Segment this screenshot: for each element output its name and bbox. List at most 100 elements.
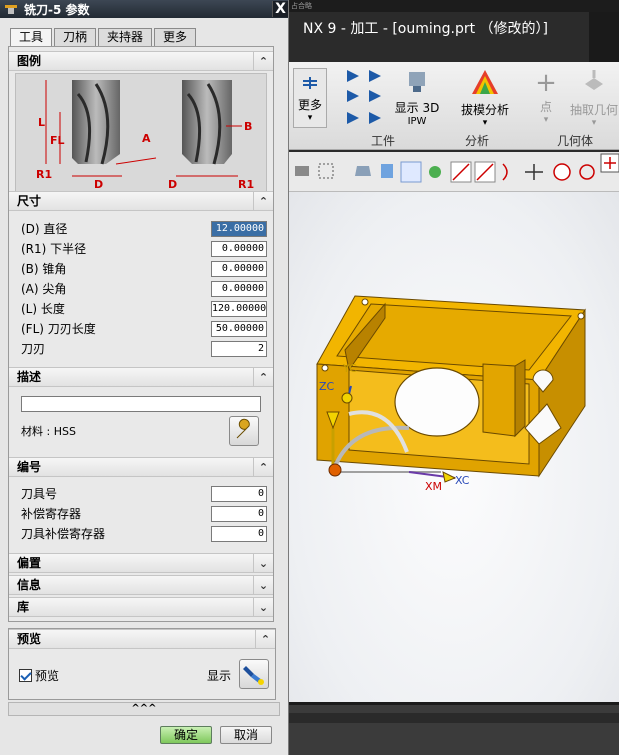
preview-checkbox[interactable]: 预览 (19, 667, 59, 684)
collapse-up-icon[interactable]: ⌃ (253, 52, 273, 71)
label-R1-left: R1 (36, 168, 52, 181)
point-button[interactable]: + 点 ▾ (531, 68, 561, 130)
description-input[interactable] (21, 396, 261, 412)
center-snap-icon[interactable] (553, 163, 571, 181)
label-L: L (38, 116, 45, 129)
expand-down-icon[interactable]: ⌄ (253, 598, 273, 617)
dropdown-icon: ▾ (307, 113, 313, 123)
diameter-input[interactable]: 12.00000 (211, 221, 267, 237)
dim-row-flute-length: (FL) 刀刃长度 50.00000 (21, 320, 269, 338)
preview-section-header[interactable]: 预览 ⌃ (9, 629, 275, 649)
filter-icon[interactable] (295, 166, 309, 176)
description-section-header[interactable]: 描述 ⌃ (9, 367, 273, 387)
y-handle-icon[interactable] (341, 392, 353, 404)
tool-body-left (72, 80, 120, 164)
dropdown-icon: ▾ (543, 115, 549, 125)
corner-hole (577, 312, 585, 320)
intersection-snap-icon[interactable] (525, 164, 543, 180)
label-D-right: D (168, 178, 177, 191)
checkbox-checked-icon[interactable] (19, 669, 32, 682)
length-input[interactable]: 120.00000 (211, 301, 267, 317)
collapse-up-icon[interactable]: ⌃ (253, 458, 273, 477)
more-icon (303, 77, 317, 89)
lower-radius-input[interactable]: 0.00000 (211, 241, 267, 257)
dim-label: (B) 锥角 (21, 262, 67, 276)
preview-header-label: 预览 (17, 632, 42, 646)
nx-main-window: 占合略 NX 9 - 加工 - [ouming.prt （修改的）] 更多 ▾ … (289, 0, 619, 755)
taper-angle-input[interactable]: 0.00000 (211, 261, 267, 277)
cutcom-register-input[interactable]: 0 (211, 526, 267, 542)
dialog-titlebar[interactable]: 铣刀-5 参数 X (0, 0, 288, 18)
dim-label: (R1) 下半径 (21, 242, 87, 256)
label-A: A (142, 132, 151, 145)
display-3d-ipw-button[interactable]: 显示 3D IPW (393, 68, 441, 130)
dim-row-length: (L) 长度 120.00000 (21, 300, 269, 318)
label-B: B (244, 120, 252, 133)
tab-more[interactable]: 更多 (154, 28, 197, 46)
group-analysis: 分析 (465, 134, 490, 148)
app-top-strip: 占合略 (289, 0, 619, 12)
ribbon: 更多 ▾ 显示 3D IPW 拔模分析 ▾ + 点 ▾ 抽取几何 ▾ 工件 分析… (289, 62, 619, 150)
snap-icon[interactable] (355, 166, 371, 176)
collapse-up-icon[interactable]: ⌃ (253, 368, 273, 387)
draft-analysis-button[interactable]: 拔模分析 ▾ (455, 68, 515, 130)
close-button[interactable]: X (272, 1, 288, 17)
more-button[interactable]: 更多 ▾ (293, 68, 327, 128)
corner-hole (361, 298, 369, 306)
group-geometry: 几何体 (557, 134, 594, 148)
ok-button[interactable]: 确定 (160, 726, 212, 744)
ipw-icon (409, 72, 425, 92)
collapse-up-icon[interactable]: ⌃ (255, 630, 275, 649)
dim-row-lower-radius: (R1) 下半径 0.00000 (21, 240, 269, 258)
expand-down-icon[interactable]: ⌄ (253, 576, 273, 595)
numbering-section-header[interactable]: 编号 ⌃ (9, 457, 273, 477)
library-section-header[interactable]: 库 ⌄ (9, 597, 273, 617)
boss-side (514, 359, 526, 438)
curve-snap-icon[interactable] (502, 163, 508, 181)
collapse-up-icon[interactable]: ⌃ (253, 192, 273, 211)
tool-number-input[interactable]: 0 (211, 486, 267, 502)
origin-icon[interactable] (328, 463, 342, 477)
arc-snap-icon[interactable] (579, 164, 595, 180)
show-button[interactable] (239, 659, 269, 689)
plus-icon: + (535, 68, 557, 98)
wrench-icon (236, 418, 250, 439)
select-box-icon[interactable] (318, 163, 334, 179)
flutes-input[interactable]: 2 (211, 341, 267, 357)
status-strip (289, 702, 619, 755)
offset-header-label: 偏置 (17, 556, 42, 570)
dropdown-icon: ▾ (591, 118, 597, 128)
tab-holder-shank[interactable]: 刀柄 (54, 28, 97, 46)
offset-section-header[interactable]: 偏置 ⌄ (9, 553, 273, 573)
x-arrow-icon[interactable] (442, 471, 457, 483)
tab-tool[interactable]: 工具 (10, 28, 53, 46)
graphics-viewport[interactable]: ZC YC XM XC (289, 192, 619, 702)
dimensions-section-header[interactable]: 尺寸 ⌃ (9, 191, 273, 211)
preview-checkbox-label: 预览 (35, 669, 60, 683)
description-header-label: 描述 (17, 370, 42, 384)
legend-section-header[interactable]: 图例 ⌃ (9, 51, 273, 71)
part-model: ZC YC XM XC (316, 295, 586, 493)
cube-icon[interactable] (381, 164, 393, 178)
workpiece-tools-icon[interactable] (345, 68, 389, 130)
material-select-button[interactable] (229, 416, 259, 446)
info-section-header[interactable]: 信息 ⌄ (9, 575, 273, 595)
dimensions-header-label: 尺寸 (17, 194, 42, 208)
through-hole (394, 367, 480, 437)
dropdown-icon: ▾ (482, 118, 488, 128)
collapse-dialog-bar[interactable]: ^^^ (8, 702, 280, 716)
cancel-button[interactable]: 取消 (220, 726, 272, 744)
draft-label: 拔模分析 (460, 103, 509, 117)
tip-angle-input[interactable]: 0.00000 (211, 281, 267, 297)
status-bar (289, 713, 619, 723)
gear-snap-icon[interactable] (429, 166, 441, 178)
expand-down-icon[interactable]: ⌄ (253, 554, 273, 573)
point-snap-icon[interactable] (400, 161, 422, 183)
adjust-register-input[interactable]: 0 (211, 506, 267, 522)
tool-legend-diagram: L FL A R1 D B D R1 (15, 73, 267, 193)
dim-label: (A) 尖角 (21, 282, 67, 296)
extract-geometry-button[interactable]: 抽取几何 ▾ (569, 68, 619, 130)
dim-label: (FL) 刀刃长度 (21, 322, 96, 336)
tab-holder[interactable]: 夹持器 (98, 28, 153, 46)
flute-length-input[interactable]: 50.00000 (211, 321, 267, 337)
